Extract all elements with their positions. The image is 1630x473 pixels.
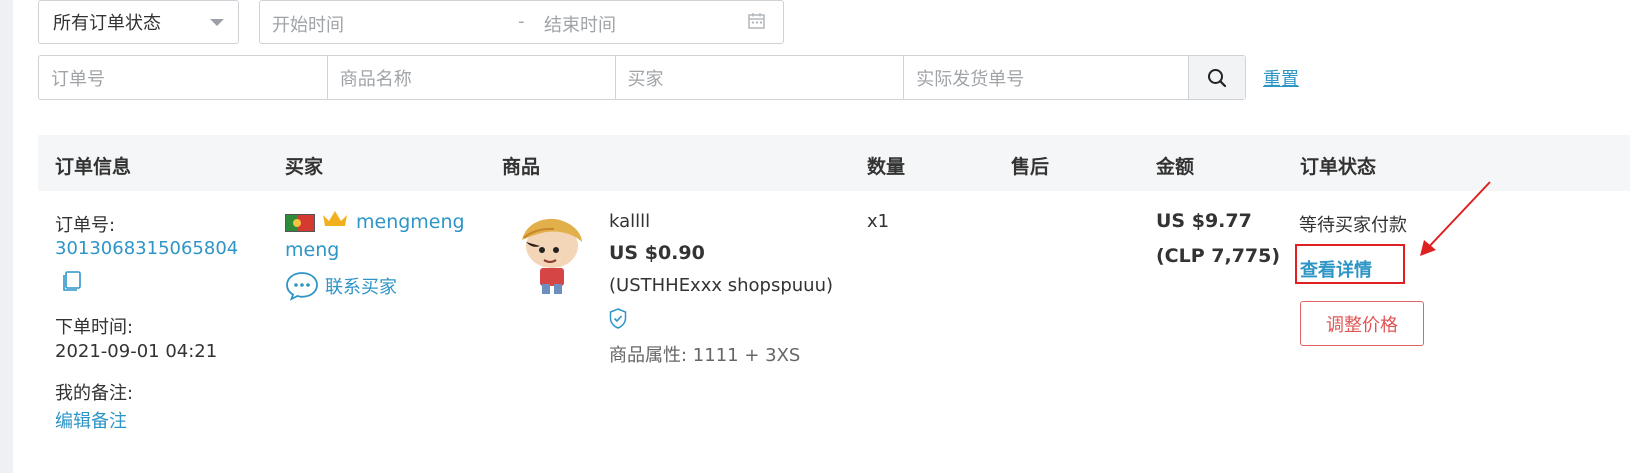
search-button[interactable] — [1189, 56, 1246, 99]
edit-note-link[interactable]: 编辑备注 — [55, 407, 127, 433]
order-no-input[interactable]: 订单号 — [39, 56, 328, 99]
th-order-info: 订单信息 — [55, 156, 132, 178]
order-status-value: 所有订单状态 — [53, 13, 161, 34]
reset-link[interactable]: 重置 — [1263, 65, 1299, 91]
product-unit-price: US $0.90 — [609, 242, 705, 264]
date-range-picker[interactable]: 开始时间 - 结束时间 — [259, 0, 784, 44]
th-product: 商品 — [502, 156, 541, 178]
order-no-label: 订单号: — [55, 215, 116, 236]
my-note-label: 我的备注: — [55, 383, 134, 404]
end-date-input[interactable]: 结束时间 — [544, 11, 616, 37]
tracking-no-placeholder: 实际发货单号 — [916, 68, 1025, 90]
calendar-icon[interactable] — [748, 13, 765, 29]
order-status-text: 等待买家付款 — [1299, 215, 1407, 236]
th-buyer: 买家 — [285, 156, 324, 178]
view-detail-link[interactable]: 查看详情 — [1300, 256, 1372, 282]
buyer-input[interactable]: 买家 — [616, 56, 905, 99]
product-name-input[interactable]: 商品名称 — [328, 56, 616, 99]
th-order-status: 订单状态 — [1300, 156, 1377, 178]
start-date-input[interactable]: 开始时间 — [272, 11, 344, 37]
product-image[interactable] — [512, 212, 592, 298]
th-quantity: 数量 — [867, 156, 906, 178]
tracking-no-input[interactable]: 实际发货单号 — [904, 56, 1190, 99]
date-separator: - — [518, 11, 525, 32]
order-no-placeholder: 订单号 — [51, 68, 105, 90]
search-icon — [1208, 68, 1227, 87]
copy-icon[interactable] — [61, 270, 83, 292]
order-time-value: 2021-09-01 04:21 — [55, 341, 218, 362]
table-header: 订单信息 买家 商品 数量 售后 金额 订单状态 — [38, 135, 1630, 191]
buyer-placeholder: 买家 — [627, 68, 664, 90]
buyer-name-line-1[interactable]: mengmeng — [356, 211, 465, 233]
left-sidebar-edge — [0, 0, 13, 473]
order-no-link[interactable]: 3013068315065804 — [55, 238, 238, 259]
buyer-name-line-2[interactable]: meng — [285, 239, 339, 261]
th-amount: 金额 — [1156, 156, 1195, 178]
th-after-sale: 售后 — [1011, 156, 1050, 178]
contact-buyer-link[interactable]: 联系买家 — [325, 273, 397, 299]
flag-icon — [285, 214, 315, 232]
product-title[interactable]: kallll — [609, 211, 650, 232]
order-status-select[interactable]: 所有订单状态 — [38, 0, 239, 44]
product-name-placeholder: 商品名称 — [339, 68, 412, 90]
amount-local: (CLP 7,775) — [1156, 245, 1281, 267]
order-time-label: 下单时间: — [55, 317, 134, 338]
amount-usd: US $9.77 — [1156, 210, 1252, 232]
product-attributes: 商品属性: 1111 + 3XS — [609, 345, 801, 366]
adjust-price-label: 调整价格 — [1326, 314, 1398, 336]
search-group: 订单号 商品名称 买家 实际发货单号 — [38, 55, 1246, 100]
product-sku: (USTHHExxx shopspuuu) — [609, 275, 834, 296]
chevron-down-icon — [210, 18, 224, 26]
chat-icon[interactable] — [285, 271, 319, 301]
arrow-annotation-icon — [1420, 181, 1491, 256]
order-quantity: x1 — [867, 211, 890, 232]
shield-check-icon — [609, 308, 627, 329]
adjust-price-button[interactable]: 调整价格 — [1300, 301, 1424, 346]
crown-icon — [323, 211, 347, 226]
